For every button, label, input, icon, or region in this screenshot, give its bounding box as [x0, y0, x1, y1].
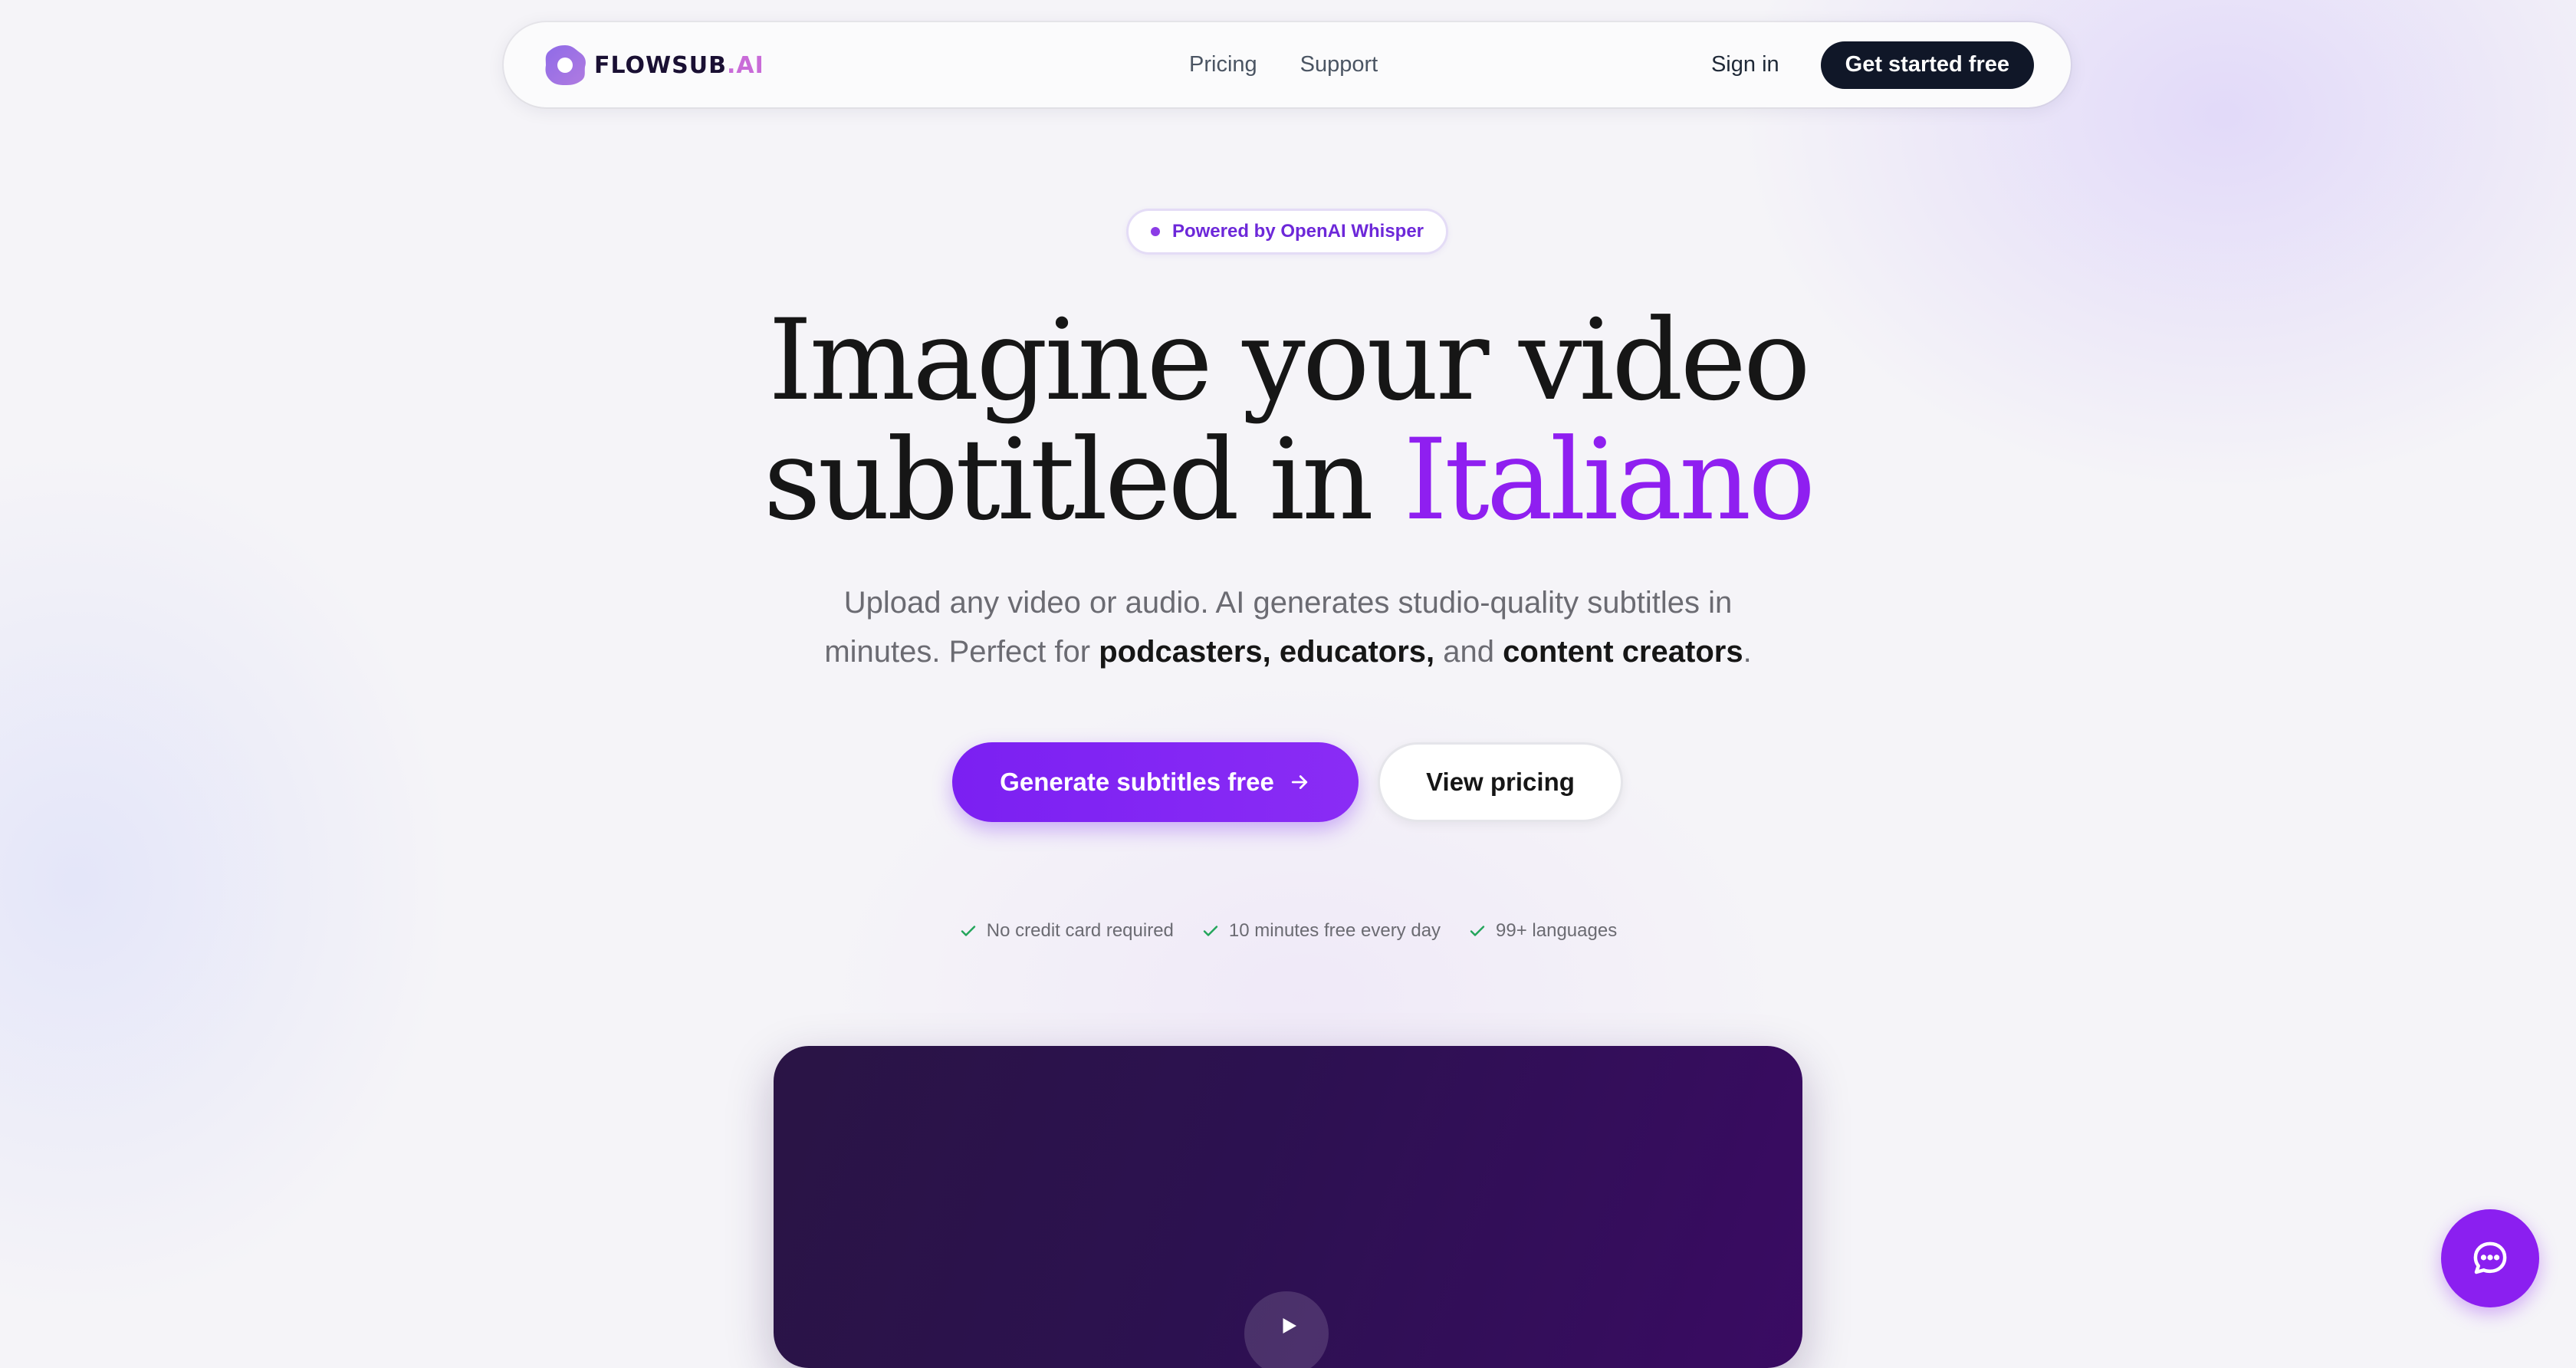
headline-line-2: subtitled in: [763, 415, 1404, 545]
generate-subtitles-label: Generate subtitles free: [1000, 768, 1274, 796]
check-label: 10 minutes free every day: [1228, 920, 1441, 941]
badge-label: Powered by OpenAI Whisper: [1171, 221, 1424, 242]
arrow-right-icon: [1291, 775, 1307, 789]
play-icon: [1283, 1318, 1296, 1333]
headline-accent-language: Italiano: [1403, 415, 1815, 545]
check-icon: [961, 926, 975, 936]
powered-by-badge: Powered by OpenAI Whisper: [1126, 209, 1448, 255]
check-icon: [1470, 926, 1485, 936]
check-item: 10 minutes free every day: [1201, 920, 1441, 942]
chat-widget-button[interactable]: [2441, 1209, 2539, 1307]
top-navigation: FLOWSUB.AI Pricing Support Sign in Get s…: [504, 22, 2071, 107]
hero-subheading: Upload any video or audio. AI generates …: [0, 578, 2576, 676]
play-button[interactable]: [1244, 1291, 1329, 1368]
nav-link-support[interactable]: Support: [1300, 52, 1378, 77]
sign-in-link[interactable]: Sign in: [1711, 52, 1779, 77]
check-label: No credit card required: [986, 920, 1174, 941]
check-label: 99+ languages: [1496, 920, 1618, 941]
logo[interactable]: FLOWSUB.AI: [542, 42, 764, 88]
demo-video-player[interactable]: [774, 1046, 1802, 1368]
nav-actions: Sign in Get started free: [1711, 22, 2034, 107]
headline-line-1: Imagine your video: [768, 295, 1811, 426]
chat-bubble-icon: [2473, 1241, 2507, 1274]
nav-link-pricing[interactable]: Pricing: [1189, 52, 1257, 77]
generate-subtitles-button[interactable]: Generate subtitles free: [952, 742, 1359, 822]
check-icon: [1203, 926, 1218, 936]
subheading-line-2: minutes. Perfect for: [824, 635, 1099, 669]
subheading-and: and: [1434, 635, 1503, 669]
logo-wordmark: FLOWSUB.AI: [594, 51, 764, 79]
logo-flower-icon: [542, 42, 588, 88]
view-pricing-button[interactable]: View pricing: [1378, 742, 1623, 822]
check-item: No credit card required: [959, 920, 1174, 942]
hero-headline: Imagine your video subtitled in Italiano: [0, 301, 2576, 540]
view-pricing-label: View pricing: [1426, 768, 1575, 796]
feature-checklist: No credit card required 10 minutes free …: [0, 920, 2576, 942]
nav-links: Pricing Support: [1189, 22, 1378, 107]
check-item: 99+ languages: [1468, 920, 1617, 942]
subheading-line-1: Upload any video or audio. AI generates …: [843, 586, 1733, 620]
subheading-audience-1: podcasters, educators,: [1099, 635, 1435, 669]
get-started-button[interactable]: Get started free: [1820, 41, 2034, 89]
badge-dot-icon: [1150, 227, 1160, 236]
subheading-period: .: [1743, 635, 1752, 669]
subheading-audience-2: content creators: [1503, 635, 1743, 669]
